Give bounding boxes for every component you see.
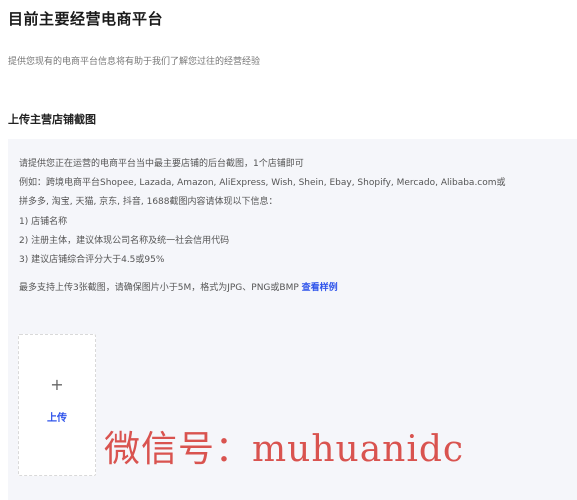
instruction-item: 3) 建议店铺综合评分大于4.5或95%	[19, 255, 165, 265]
view-sample-link[interactable]: 查看样例	[302, 283, 338, 293]
section-title: 上传主营店铺截图	[8, 113, 96, 126]
upload-label: 上传	[47, 413, 67, 424]
watermark-text: 微信号：muhuanidc	[104, 429, 465, 470]
instruction-item: 2) 注册主体，建议体现公司名称及统一社会信用代码	[19, 236, 230, 246]
instruction-item: 1) 店铺名称	[19, 217, 68, 227]
upload-button[interactable]: + 上传	[18, 334, 96, 476]
plus-icon: +	[50, 375, 64, 394]
instruction-line: 拼多多, 淘宝, 天猫, 京东, 抖音, 1688截图内容请体现以下信息：	[19, 197, 278, 207]
upload-limit-text: 最多支持上传3张截图，请确保图片小于5M，格式为JPG、PNG或BMP	[19, 283, 302, 293]
instruction-line: 例如：跨境电商平台Shopee, Lazada, Amazon, AliExpr…	[19, 178, 506, 188]
instruction-line: 请提供您正在运营的电商平台当中最主要店铺的后台截图，1个店铺即可	[19, 159, 304, 169]
page-title: 目前主要经营电商平台	[8, 10, 164, 28]
page-subtitle: 提供您现有的电商平台信息将有助于我们了解您过往的经营经验	[8, 57, 261, 67]
upload-limit-note: 最多支持上传3张截图，请确保图片小于5M，格式为JPG、PNG或BMP 查看样例	[19, 280, 338, 293]
